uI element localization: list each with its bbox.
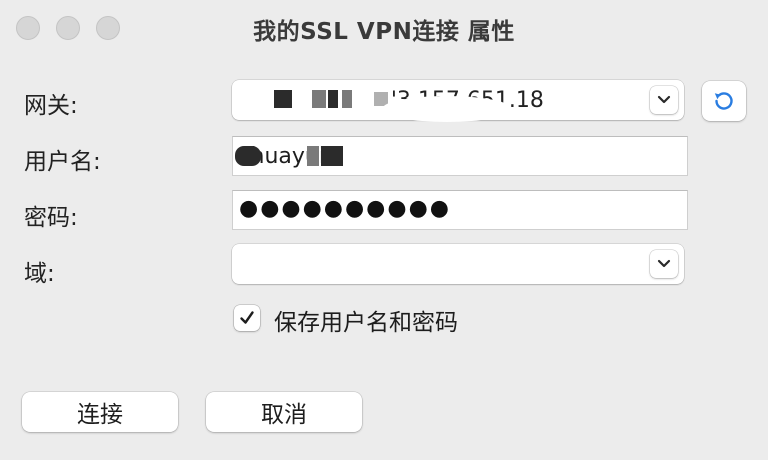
redaction-mark <box>321 146 343 166</box>
window-title: 我的SSL VPN连接 属性 <box>253 19 515 45</box>
refresh-icon <box>714 92 733 110</box>
chevron-down-icon <box>657 259 671 268</box>
redaction-smear <box>382 96 512 122</box>
refresh-button[interactable] <box>702 81 746 121</box>
title-bar: 我的SSL VPN连接 属性 <box>0 0 768 56</box>
redaction-mark <box>312 90 326 108</box>
redaction-mark <box>307 146 319 166</box>
gateway-label: 网关: <box>24 93 78 119</box>
password-dots: ●●●●●●●●●● <box>239 196 451 221</box>
password-label: 密码: <box>24 205 78 231</box>
gateway-combobox[interactable]: '3.157.651.18 <box>232 80 684 122</box>
chevron-down-icon <box>657 95 671 104</box>
redaction-mark <box>328 90 338 108</box>
username-field[interactable]: zhuayui <box>232 136 688 176</box>
domain-label: 域: <box>24 261 55 287</box>
remember-credentials-checkbox[interactable] <box>234 305 260 331</box>
redaction-mark <box>274 90 292 108</box>
vpn-properties-window: 我的SSL VPN连接 属性 网关: '3.157.651.18 用户名: zh… <box>0 0 768 460</box>
gateway-dropdown-button[interactable] <box>650 86 678 114</box>
redaction-mark <box>342 90 352 108</box>
password-field[interactable]: ●●●●●●●●●● <box>232 190 688 230</box>
connect-button[interactable]: 连接 <box>22 392 178 432</box>
redaction-mark <box>235 146 261 166</box>
username-label: 用户名: <box>24 149 101 175</box>
domain-combobox[interactable] <box>232 244 684 284</box>
checkmark-icon <box>240 311 254 324</box>
cancel-button[interactable]: 取消 <box>206 392 362 432</box>
remember-credentials-label[interactable]: 保存用户名和密码 <box>274 303 458 337</box>
domain-dropdown-button[interactable] <box>650 250 678 278</box>
